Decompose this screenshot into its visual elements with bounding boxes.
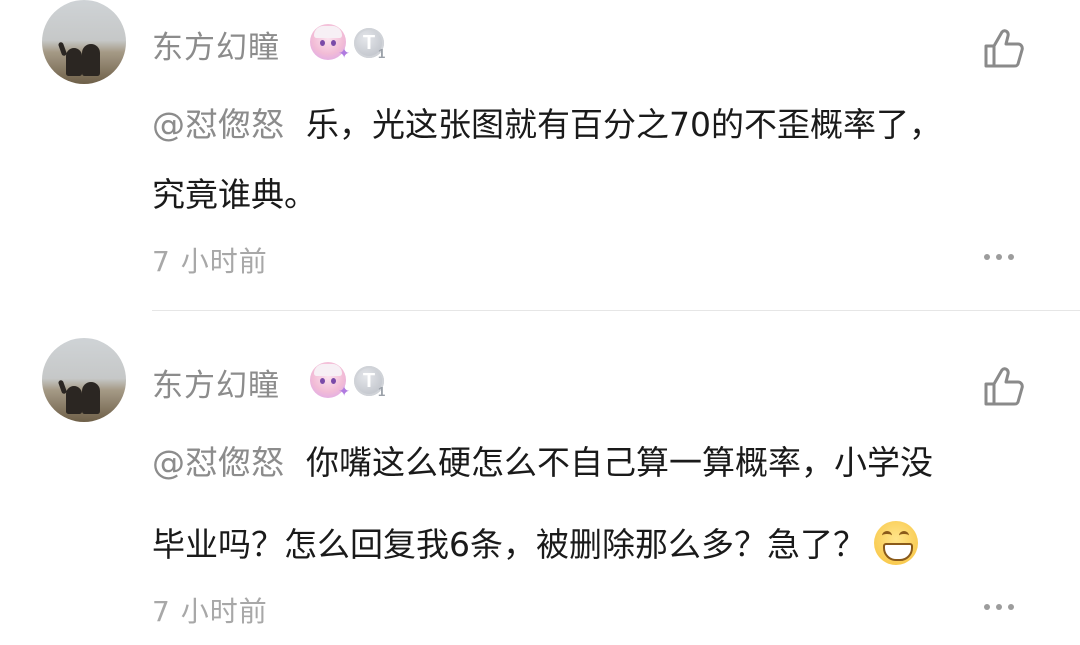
avatar-frame-badge-icon: ✦ (310, 24, 350, 62)
avatar[interactable] (42, 0, 126, 84)
thumbs-up-icon[interactable] (982, 364, 1026, 408)
timestamp: 7 小时前 (152, 595, 268, 628)
username[interactable]: 东方幻瞳 (152, 360, 280, 405)
more-dots-icon[interactable] (984, 602, 1018, 612)
mention-link[interactable]: @怼偬怒 (152, 443, 284, 482)
comment-divider (152, 310, 1080, 311)
level-badge-number: 1 (378, 46, 386, 61)
avatar[interactable] (42, 338, 126, 422)
comment-text-line: 究竟谁典。 (152, 175, 317, 214)
username[interactable]: 东方幻瞳 (152, 22, 280, 67)
mention-link[interactable]: @怼偬怒 (152, 105, 284, 144)
avatar-frame-badge-icon: ✦ (310, 362, 350, 400)
comment-1: 东方幻瞳 ✦ T 1 @怼偬怒 乐，光这张图就有百分之70的不歪概率了， 究竟谁典… (0, 0, 1080, 310)
comment-text-line: 毕业吗？怎么回复我6条，被删除那么多？急了？ (152, 518, 918, 569)
comment-text-line: @怼偬怒 你嘴这么硬怎么不自己算一算概率，小学没 (152, 443, 933, 482)
timestamp: 7 小时前 (152, 245, 268, 278)
level-badge-number: 1 (378, 384, 386, 399)
comment-text-line: @怼偬怒 乐，光这张图就有百分之70的不歪概率了， (152, 105, 942, 144)
grinning-emoji-icon (874, 520, 918, 565)
thumbs-up-icon[interactable] (982, 26, 1026, 70)
more-dots-icon[interactable] (984, 252, 1018, 262)
comment-2: 东方幻瞳 ✦ T 1 @怼偬怒 你嘴这么硬怎么不自己算一算概率，小学没 毕业吗？怎… (0, 338, 1080, 645)
